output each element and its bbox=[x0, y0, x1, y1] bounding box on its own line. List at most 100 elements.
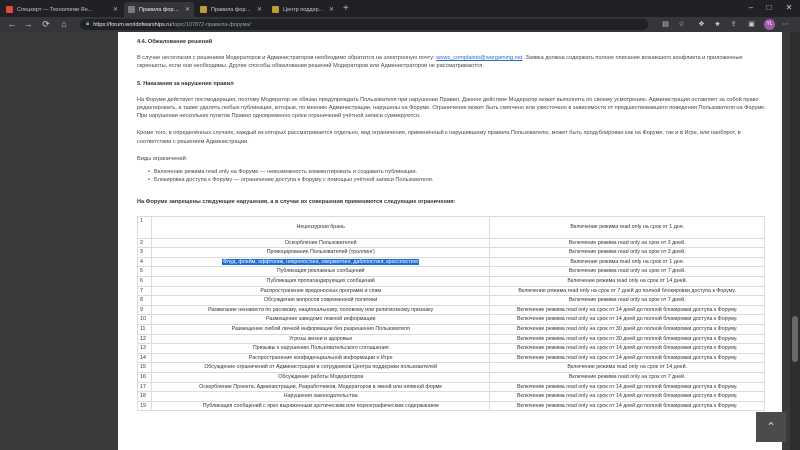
tab-label: Правила форума - Пра bbox=[211, 6, 253, 13]
close-window-button[interactable]: ✕ bbox=[782, 1, 796, 15]
table-row: 4 Флуд, флейм, оффтопик, некропостинг, ов… bbox=[137, 256, 765, 268]
rule-violation: Нецензурная брань bbox=[150, 215, 491, 239]
address-bar[interactable]: 🔒︎ https://forum.worldofwarships.ru /top… bbox=[80, 19, 648, 30]
rule-penalty: Включение режима read only на срок от 1 … bbox=[489, 215, 765, 239]
rule-penalty: Включение режима read only на срок от 14… bbox=[489, 304, 765, 316]
table-row: 19 Публикация сообщений с ярко выраженным… bbox=[137, 400, 765, 412]
rule-penalty: Включение режима read only на срок от 7 … bbox=[489, 285, 765, 297]
section-4-4-text: В случае несогласия с решением Модератор… bbox=[137, 54, 767, 70]
rule-violation: Нарушения законодательства bbox=[150, 391, 491, 402]
rule-violation: Размещение любой личной информации без р… bbox=[150, 324, 491, 335]
favorites-list-icon[interactable]: ★ bbox=[712, 19, 723, 30]
rule-number: 13 bbox=[137, 343, 152, 354]
list-item: Включение режима read only на Форуме — н… bbox=[148, 168, 767, 176]
tab-3[interactable]: Правила форума - Пра ✕ bbox=[196, 2, 266, 17]
table-row: 3 Провоцирование Пользователей (троллинг)… bbox=[137, 247, 765, 258]
section-5-paragraph-2: Кроме того, в определённых случаях, кажд… bbox=[137, 130, 741, 145]
rule-penalty: Включение режима read only на срок от 14… bbox=[489, 362, 765, 373]
tab-close-icon[interactable]: ✕ bbox=[113, 6, 118, 13]
table-row: 7 Распространение вредоносных программ и … bbox=[137, 285, 765, 297]
table-row: 17 Оскорбление Проекта, Администрации, Ра… bbox=[137, 381, 765, 393]
rule-number: 4 bbox=[137, 256, 152, 268]
tab-4[interactable]: Центр поддержки World o ✕ bbox=[268, 2, 338, 17]
rule-penalty: Включение режима read only на срок от 7 … bbox=[489, 295, 765, 306]
rule-violation: Оскорбление Пользователей bbox=[150, 237, 491, 249]
rule-number: 19 bbox=[137, 400, 152, 412]
tab-label: Правила форума - Пра bbox=[139, 6, 181, 13]
rule-number: 17 bbox=[137, 381, 152, 393]
table-row: 10 Размещение заведомо ложной информации В… bbox=[137, 314, 765, 325]
extensions-icon[interactable]: ▣ bbox=[746, 19, 757, 30]
appeal-text-start: В случае несогласия с решением Модератор… bbox=[137, 55, 437, 62]
table-row: 9 Разжигание ненависти по расовому, нацио… bbox=[137, 304, 765, 316]
new-tab-button[interactable]: + bbox=[343, 3, 349, 15]
violations-table: 1 Нецензурная брань Включение режима read … bbox=[137, 215, 765, 412]
maximize-button[interactable]: □ bbox=[762, 1, 776, 15]
rule-penalty: Включение режима read only на срок от 14… bbox=[489, 352, 765, 364]
rule-penalty: Включение режима read only на срок от 14… bbox=[489, 381, 765, 393]
rule-number: 10 bbox=[137, 314, 152, 325]
favorites-star-icon[interactable]: ☆ bbox=[676, 19, 687, 30]
reload-button[interactable]: ⟳ bbox=[40, 18, 52, 31]
settings-more-icon[interactable]: ⋯ bbox=[780, 19, 791, 30]
url-host: https://forum.worldofwarships.ru bbox=[93, 21, 172, 28]
back-button[interactable]: ← bbox=[6, 18, 18, 31]
tab-close-icon[interactable]: ✕ bbox=[185, 6, 190, 13]
rules-content: 4.4. Обжалование решений В случае несогл… bbox=[137, 38, 767, 412]
table-row: 13 Призывы к нарушению Пользовательского … bbox=[137, 343, 765, 354]
rule-violation: Обсуждение вопросов современной политики bbox=[150, 295, 491, 306]
rule-number: 12 bbox=[137, 333, 152, 345]
table-row: 15 Обсуждение ограничений от Администраци… bbox=[137, 362, 765, 373]
table-row: 18 Нарушения законодательства Включение ре… bbox=[137, 391, 765, 402]
table-row: 5 Публикация рекламных сообщений Включение… bbox=[137, 266, 765, 277]
rule-number: 15 bbox=[137, 362, 152, 373]
tab-close-icon[interactable]: ✕ bbox=[257, 6, 262, 13]
rule-number: 14 bbox=[137, 352, 152, 364]
rule-number: 7 bbox=[137, 285, 152, 297]
complaints-email-link[interactable]: wows_complaints@wargaming.net bbox=[436, 55, 522, 61]
forward-button[interactable]: → bbox=[22, 18, 34, 31]
rule-number: 11 bbox=[137, 324, 152, 335]
restriction-types-list: Включение режима read only на Форуме — н… bbox=[148, 168, 767, 184]
table-row: 6 Публикация пропагандирующих сообщений Вк… bbox=[137, 276, 765, 287]
scrollbar-thumb[interactable] bbox=[792, 316, 798, 362]
rule-violation: Публикация сообщений с ярко выраженным э… bbox=[150, 400, 491, 412]
selected-text: Флуд, флейм, оффтопик, некропостинг, ове… bbox=[221, 258, 420, 265]
rule-penalty: Включение режима read only на срок от 3 … bbox=[489, 247, 765, 258]
rule-penalty: Включение режима read only на срок от 14… bbox=[489, 400, 765, 412]
section-5-title: 5. Наказания за нарушение правил bbox=[137, 80, 234, 87]
table-row: 12 Угрозы жизни и здоровью Включение режим… bbox=[137, 333, 765, 345]
rule-penalty: Включение режима read only на срок от 14… bbox=[489, 314, 765, 325]
tab-favicon bbox=[272, 6, 279, 13]
rule-violation: Угрозы жизни и здоровью bbox=[150, 333, 491, 345]
rule-penalty: Включение режима read only на срок от 14… bbox=[489, 276, 765, 287]
table-row: 11 Размещение любой личной информации без… bbox=[137, 324, 765, 335]
rule-violation: Оскорбление Проекта, Администрации, Разр… bbox=[150, 381, 491, 393]
scroll-to-top-button[interactable]: ⌃ bbox=[756, 412, 786, 442]
tab-2[interactable]: Правила форума - Пра ✕ bbox=[124, 2, 194, 17]
rule-violation: Распространение конфиденциальной информа… bbox=[150, 352, 491, 364]
tab-label: Спецхерт — Технологии Ян... bbox=[17, 6, 93, 13]
tab-1[interactable]: Спецхерт — Технологии Ян... ✕ bbox=[2, 2, 122, 17]
rule-violation: Размещение заведомо ложной информации bbox=[150, 314, 491, 325]
minimize-button[interactable]: – bbox=[744, 1, 758, 15]
share-icon[interactable]: ⇪ bbox=[728, 19, 739, 30]
profile-avatar[interactable]: YL bbox=[764, 19, 775, 30]
forum-post-body: 4.4. Обжалование решений В случае несогл… bbox=[118, 32, 782, 450]
browser-toolbar: ← → ⟳ ⌂ 🔒︎ https://forum.worldofwarships… bbox=[0, 17, 800, 32]
collections-icon[interactable]: ❖ bbox=[696, 19, 707, 30]
tab-close-icon[interactable]: ✕ bbox=[329, 6, 334, 13]
rule-penalty: Включение режима read only на срок от 14… bbox=[489, 391, 765, 402]
rule-penalty: Включение режима read only на срок от 7 … bbox=[489, 371, 765, 383]
rule-penalty: Включение режима read only на срок от 3 … bbox=[489, 237, 765, 249]
rule-penalty: Включение режима read only на срок от 7 … bbox=[489, 266, 765, 277]
rule-number: 2 bbox=[137, 237, 152, 249]
reading-view-icon[interactable]: ▤ bbox=[660, 19, 671, 30]
rule-violation: Публикация рекламных сообщений bbox=[150, 266, 491, 277]
page-scrollbar[interactable] bbox=[790, 32, 800, 450]
tab-label: Центр поддержки World o bbox=[283, 6, 325, 13]
home-button[interactable]: ⌂ bbox=[58, 18, 70, 31]
table-row: 8 Обсуждение вопросов современной политик… bbox=[137, 295, 765, 306]
table-row: 14 Распространение конфиденциальной инфор… bbox=[137, 352, 765, 364]
rule-penalty: Включение режима read only на срок от 30… bbox=[489, 324, 765, 335]
